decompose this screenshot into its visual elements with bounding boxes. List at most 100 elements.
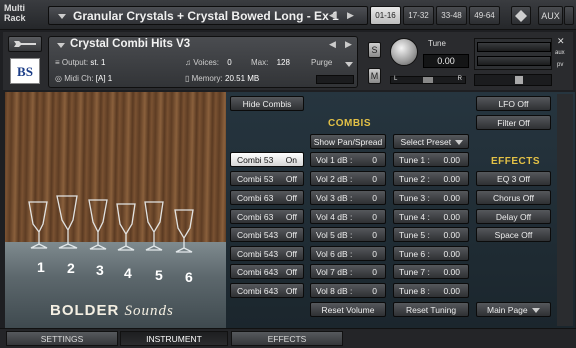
tune-control[interactable]: Tune 2 : 0.00 <box>393 171 469 186</box>
volume-value: 0 <box>372 286 377 296</box>
instrument-artwork: 1 2 3 4 5 6 BOLDER Sounds <box>5 92 226 328</box>
space-button[interactable]: Space Off <box>476 227 551 242</box>
effects-heading: EFFECTS <box>491 156 541 167</box>
tune-row-value: 0.00 <box>443 286 460 296</box>
tab-effects[interactable]: EFFECTS <box>231 331 343 346</box>
instrument-edit-button[interactable] <box>8 36 42 52</box>
pv-side-label[interactable]: pv <box>557 62 563 68</box>
midi-learn-button[interactable] <box>511 6 531 25</box>
rack-name-selector[interactable]: Granular Crystals + Crystal Bowed Long -… <box>48 6 368 25</box>
volume-handle[interactable] <box>515 76 523 84</box>
tune-control[interactable]: Tune 1 : 0.00 <box>393 152 469 167</box>
volume-control[interactable]: Vol 8 dB : 0 <box>310 283 386 298</box>
select-preset-button[interactable]: Select Preset <box>393 134 469 149</box>
combi-state: Off <box>285 249 297 259</box>
tune-knob[interactable] <box>390 38 418 66</box>
tune-row-label: Tune 3 : <box>399 193 430 203</box>
reset-volume-button[interactable]: Reset Volume <box>310 302 386 317</box>
combi-toggle[interactable]: Combi 63 Off <box>230 209 304 224</box>
combi-toggle[interactable]: Combi 543 Off <box>230 246 304 261</box>
tune-control[interactable]: Tune 5 : 0.00 <box>393 227 469 242</box>
volume-control[interactable]: Vol 6 dB : 0 <box>310 246 386 261</box>
glass-number: 3 <box>96 262 104 278</box>
combi-toggle[interactable]: Combi 53 Off <box>230 171 304 186</box>
page-01-16[interactable]: 01-16 <box>370 6 401 25</box>
aux-side-label[interactable]: aux <box>555 50 565 56</box>
glass-number: 4 <box>124 265 132 281</box>
chevron-down-icon <box>453 140 464 145</box>
output-row[interactable]: ≡ Output: st. 1 <box>55 58 106 67</box>
volume-control[interactable]: Vol 2 dB : 0 <box>310 171 386 186</box>
solo-button[interactable]: S <box>368 42 381 58</box>
main-page-label: Main Page <box>486 305 528 315</box>
main-page-button[interactable]: Main Page <box>476 302 551 317</box>
mute-button[interactable]: M <box>368 68 381 84</box>
show-pan-spread-button[interactable]: Show Pan/Spread <box>310 134 386 149</box>
aux-dropdown[interactable] <box>564 6 574 25</box>
output-value: st. 1 <box>90 58 106 67</box>
tab-instrument[interactable]: INSTRUMENT <box>120 331 228 346</box>
page-49-64[interactable]: 49-64 <box>469 6 500 25</box>
prev-instrument-icon[interactable]: ◀ <box>329 39 336 50</box>
combi-toggle[interactable]: Combi 63 Off <box>230 190 304 205</box>
volume-control[interactable]: Vol 5 dB : 0 <box>310 227 386 242</box>
purge-meter <box>316 75 354 84</box>
close-icon[interactable]: ✕ <box>557 36 565 47</box>
tune-control[interactable]: Tune 4 : 0.00 <box>393 209 469 224</box>
volume-control[interactable]: Vol 1 dB : 0 <box>310 152 386 167</box>
next-rack-icon[interactable]: ▶ <box>347 10 354 21</box>
tune-value[interactable]: 0.00 <box>423 54 469 68</box>
combi-name: Combi 53 <box>237 155 274 165</box>
pan-handle[interactable] <box>423 77 433 83</box>
tune-row-value: 0.00 <box>443 193 460 203</box>
max-voices-row[interactable]: Max: 128 <box>251 58 290 67</box>
purge-menu[interactable]: Purge <box>311 58 353 67</box>
pan-left-label: L <box>394 76 398 82</box>
output-meter <box>474 38 552 70</box>
tune-row-value: 0.00 <box>443 212 460 222</box>
tune-control[interactable]: Tune 7 : 0.00 <box>393 264 469 279</box>
midi-channel-row[interactable]: ◎ Midi Ch: [A] 1 <box>55 74 112 83</box>
volume-value: 0 <box>372 193 377 203</box>
reset-tuning-button[interactable]: Reset Tuning <box>393 302 469 317</box>
tune-control[interactable]: Tune 6 : 0.00 <box>393 246 469 261</box>
filter-button[interactable]: Filter Off <box>476 115 551 130</box>
output-label: Output: <box>61 58 89 67</box>
pan-slider[interactable]: L R <box>390 76 466 84</box>
multi-rack-label-text: Multi Rack <box>4 3 26 23</box>
volume-label: Vol 3 dB : <box>316 193 353 203</box>
meter-right <box>477 56 551 66</box>
aux-button[interactable]: AUX <box>538 6 563 25</box>
voices-value: 0 <box>227 58 232 67</box>
next-instrument-icon[interactable]: ▶ <box>345 39 352 50</box>
hide-combis-button[interactable]: Hide Combis <box>230 96 304 111</box>
combi-name: Combi 63 <box>237 212 274 222</box>
tune-control[interactable]: Tune 3 : 0.00 <box>393 190 469 205</box>
volume-control[interactable]: Vol 7 dB : 0 <box>310 264 386 279</box>
purge-label: Purge <box>311 58 333 67</box>
lfo-button[interactable]: LFO Off <box>476 96 551 111</box>
tab-settings[interactable]: SETTINGS <box>6 331 118 346</box>
page-17-32[interactable]: 17-32 <box>403 6 434 25</box>
combi-state: Off <box>285 212 297 222</box>
delay-button[interactable]: Delay Off <box>476 209 551 224</box>
tune-row-label: Tune 8 : <box>399 286 430 296</box>
voices-icon: ♫ <box>185 58 191 67</box>
volume-control[interactable]: Vol 3 dB : 0 <box>310 190 386 205</box>
volume-control[interactable]: Vol 4 dB : 0 <box>310 209 386 224</box>
combi-toggle[interactable]: Combi 643 Off <box>230 264 304 279</box>
combi-toggle[interactable]: Combi 543 Off <box>230 227 304 242</box>
page-33-48[interactable]: 33-48 <box>436 6 467 25</box>
eq3-button[interactable]: EQ 3 Off <box>476 171 551 186</box>
chorus-button[interactable]: Chorus Off <box>476 190 551 205</box>
scrollbar[interactable] <box>557 94 573 326</box>
volume-value: 0 <box>372 230 377 240</box>
tune-row-label: Tune 4 : <box>399 212 430 222</box>
tune-control[interactable]: Tune 8 : 0.00 <box>393 283 469 298</box>
volume-slider[interactable] <box>474 74 552 86</box>
combi-name: Combi 63 <box>237 193 274 203</box>
combi-toggle[interactable]: Combi 53 On <box>230 152 304 167</box>
tune-row-value: 0.00 <box>443 155 460 165</box>
prev-rack-icon[interactable]: ◀ <box>329 10 336 21</box>
combi-toggle[interactable]: Combi 643 Off <box>230 283 304 298</box>
